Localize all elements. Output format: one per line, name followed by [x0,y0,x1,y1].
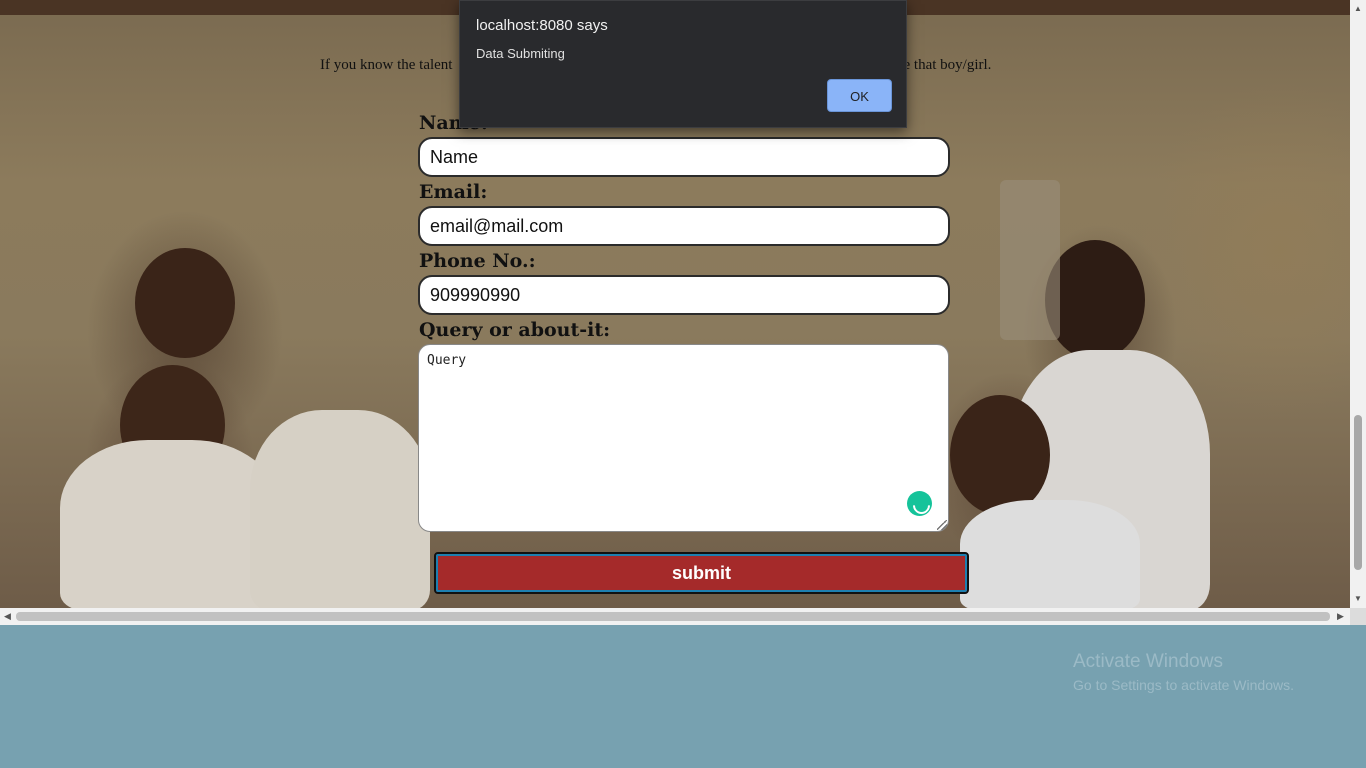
scroll-right-icon[interactable]: ▶ [1337,611,1344,622]
name-input[interactable]: Name [418,137,950,177]
email-input[interactable]: email@mail.com [418,206,950,246]
grammarly-icon[interactable] [907,491,932,516]
activate-windows-subtitle: Go to Settings to activate Windows. [1073,677,1294,693]
submit-button[interactable]: submit [434,552,969,594]
dialog-title: localhost:8080 says [476,17,608,34]
activate-windows-title: Activate Windows [1073,651,1223,672]
horizontal-scrollbar[interactable]: ◀ ▶ [0,608,1350,625]
query-label: Query or about-it: [419,319,611,341]
resize-grip-icon[interactable] [937,520,947,530]
email-label: Email: [419,181,488,203]
scroll-down-icon[interactable]: ▼ [1354,594,1362,603]
dialog-message: Data Submiting [476,46,565,61]
scrollbar-corner [1350,608,1366,625]
vertical-scrollbar[interactable]: ▲ ▼ [1350,0,1366,608]
ok-button[interactable]: OK [827,79,892,112]
scroll-left-icon[interactable]: ◀ [4,611,11,622]
query-textarea[interactable]: Query [418,344,949,532]
phone-label: Phone No.: [419,250,536,272]
alert-dialog: localhost:8080 says Data Submiting OK [459,0,907,128]
scroll-up-icon[interactable]: ▲ [1354,4,1362,13]
intro-text-left: If you know the talent [320,57,453,73]
vertical-scroll-thumb[interactable] [1354,415,1362,570]
phone-input[interactable]: 909990990 [418,275,950,315]
horizontal-scroll-thumb[interactable] [16,612,1330,621]
